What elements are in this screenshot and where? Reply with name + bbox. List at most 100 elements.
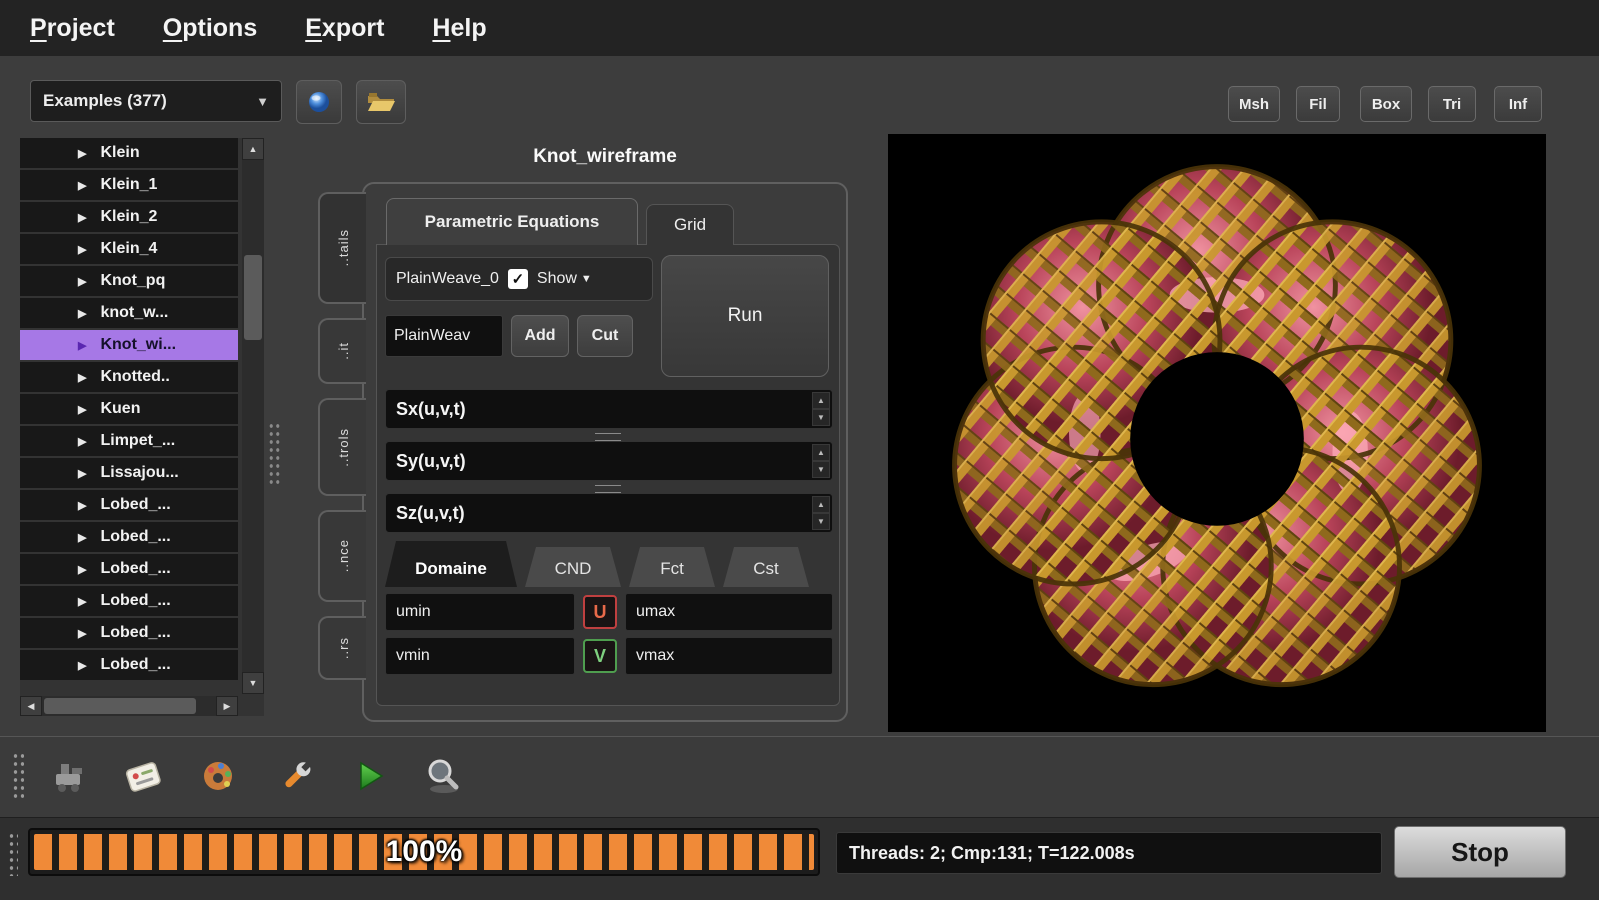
subtab-fct[interactable]: Fct	[629, 547, 715, 587]
view-button-box[interactable]: Box	[1360, 86, 1412, 122]
side-tab-controls[interactable]: ..trols	[318, 398, 366, 496]
equation-field-sx[interactable]: Sx(u,v,t) ▲ ▼	[385, 389, 833, 429]
list-item[interactable]: ▶ Lobed_...	[20, 490, 238, 520]
list-item[interactable]: ▶ Limpet_...	[20, 426, 238, 456]
spinner-up-icon[interactable]: ▲	[812, 496, 830, 513]
expander-icon[interactable]: ▶	[78, 179, 86, 192]
add-button[interactable]: Add	[511, 315, 569, 357]
expander-icon[interactable]: ▶	[78, 147, 86, 160]
palette-tool-button[interactable]	[190, 748, 246, 804]
spinner-down-icon[interactable]: ▼	[812, 461, 830, 478]
play-tool-button[interactable]	[342, 748, 398, 804]
menu-item-options[interactable]: Options	[163, 14, 257, 43]
model-name-field[interactable]: PlainWeav	[385, 315, 503, 357]
model-checkbox[interactable]: ✓	[507, 269, 528, 289]
vmax-field[interactable]: vmax	[625, 637, 833, 675]
vertical-scroll-thumb[interactable]	[244, 255, 262, 340]
list-item[interactable]: ▶ Lobed_...	[20, 618, 238, 648]
view-button-msh[interactable]: Msh	[1228, 86, 1280, 122]
list-item[interactable]: ▶ Lobed_...	[20, 522, 238, 552]
list-item[interactable]: ▶ Klein_2	[20, 202, 238, 232]
expander-icon[interactable]: ▶	[78, 403, 86, 416]
vertical-scrollbar[interactable]: ▲ ▼	[242, 138, 264, 694]
list-item[interactable]: ▶ Kuen	[20, 394, 238, 424]
side-tab-details[interactable]: ..tails	[318, 192, 366, 304]
splitter-handle[interactable]	[268, 422, 281, 486]
list-item[interactable]: ▶ Klein_4	[20, 234, 238, 264]
subtab-domaine[interactable]: Domaine	[385, 541, 517, 587]
expander-icon[interactable]: ▶	[78, 627, 86, 640]
zoom-tool-button[interactable]	[416, 748, 472, 804]
side-tab-appearance[interactable]: ..nce	[318, 510, 366, 602]
v-badge[interactable]: V	[583, 639, 617, 673]
stop-button[interactable]: Stop	[1394, 826, 1566, 878]
expander-icon[interactable]: ▶	[78, 467, 86, 480]
scroll-left-button[interactable]: ◀	[20, 696, 42, 716]
expander-icon[interactable]: ▶	[78, 339, 86, 352]
status-grip-handle[interactable]	[8, 832, 18, 876]
toolbar-grip-handle[interactable]	[12, 752, 24, 800]
scroll-down-button[interactable]: ▼	[242, 672, 264, 694]
subtab-cnd[interactable]: CND	[525, 547, 621, 587]
show-dropdown[interactable]: Show ▼	[537, 270, 592, 288]
settings-tool-button[interactable]	[268, 748, 324, 804]
expander-icon[interactable]: ▶	[78, 275, 86, 288]
view-button-tri[interactable]: Tri	[1428, 86, 1476, 122]
menu-item-project[interactable]: Project	[30, 14, 115, 43]
horizontal-scroll-track[interactable]	[42, 696, 216, 716]
open-folder-button[interactable]	[356, 80, 406, 124]
tab-parametric-equations[interactable]: Parametric Equations	[386, 198, 638, 245]
scroll-right-button[interactable]: ▶	[216, 696, 238, 716]
expander-icon[interactable]: ▶	[78, 435, 86, 448]
view-button-inf[interactable]: Inf	[1494, 86, 1542, 122]
list-item[interactable]: ▶ Klein_1	[20, 170, 238, 200]
horizontal-scroll-thumb[interactable]	[44, 698, 196, 714]
cut-button[interactable]: Cut	[577, 315, 633, 357]
u-badge[interactable]: U	[583, 595, 617, 629]
vertical-scroll-track[interactable]	[242, 160, 264, 672]
spinner-up-icon[interactable]: ▲	[812, 392, 830, 409]
expander-icon[interactable]: ▶	[78, 307, 86, 320]
spinner[interactable]: ▲ ▼	[812, 392, 830, 426]
sketch-tool-button[interactable]	[115, 748, 171, 804]
transform-tool-button[interactable]	[40, 748, 96, 804]
expander-icon[interactable]: ▶	[78, 371, 86, 384]
resize-handle[interactable]	[595, 485, 621, 493]
list-item[interactable]: ▶ Lobed_...	[20, 650, 238, 680]
list-item[interactable]: ▶ Knot_wi...	[20, 330, 238, 360]
render-viewport[interactable]	[888, 134, 1546, 732]
expander-icon[interactable]: ▶	[78, 531, 86, 544]
tab-grid[interactable]: Grid	[646, 204, 734, 245]
vmin-field[interactable]: vmin	[385, 637, 575, 675]
expander-icon[interactable]: ▶	[78, 563, 86, 576]
model-chip[interactable]: PlainWeave_0 ✓ Show ▼	[385, 257, 653, 301]
run-button[interactable]: Run	[661, 255, 829, 377]
horizontal-scrollbar[interactable]: ◀ ▶	[20, 696, 238, 716]
side-tab-edit[interactable]: ..it	[318, 318, 366, 384]
examples-dropdown[interactable]: Examples (377) ▼	[30, 80, 282, 122]
list-item[interactable]: ▶ Lobed_...	[20, 554, 238, 584]
spinner-down-icon[interactable]: ▼	[812, 409, 830, 426]
menu-item-export[interactable]: Export	[305, 14, 384, 43]
resize-handle[interactable]	[595, 433, 621, 441]
spinner-up-icon[interactable]: ▲	[812, 444, 830, 461]
view-button-fil[interactable]: Fil	[1296, 86, 1340, 122]
list-item[interactable]: ▶ knot_w...	[20, 298, 238, 328]
expander-icon[interactable]: ▶	[78, 595, 86, 608]
list-item[interactable]: ▶ Klein	[20, 138, 238, 168]
spinner-down-icon[interactable]: ▼	[812, 513, 830, 530]
equation-field-sy[interactable]: Sy(u,v,t) ▲ ▼	[385, 441, 833, 481]
subtab-cst[interactable]: Cst	[723, 547, 809, 587]
expander-icon[interactable]: ▶	[78, 659, 86, 672]
expander-icon[interactable]: ▶	[78, 211, 86, 224]
search-globe-button[interactable]	[296, 80, 342, 124]
equation-field-sz[interactable]: Sz(u,v,t) ▲ ▼	[385, 493, 833, 533]
expander-icon[interactable]: ▶	[78, 499, 86, 512]
side-tab-colors[interactable]: ..rs	[318, 616, 366, 680]
list-item[interactable]: ▶ Lobed_...	[20, 586, 238, 616]
spinner[interactable]: ▲ ▼	[812, 444, 830, 478]
umin-field[interactable]: umin	[385, 593, 575, 631]
list-item[interactable]: ▶ Knot_pq	[20, 266, 238, 296]
menu-item-help[interactable]: Help	[432, 14, 486, 43]
scroll-up-button[interactable]: ▲	[242, 138, 264, 160]
